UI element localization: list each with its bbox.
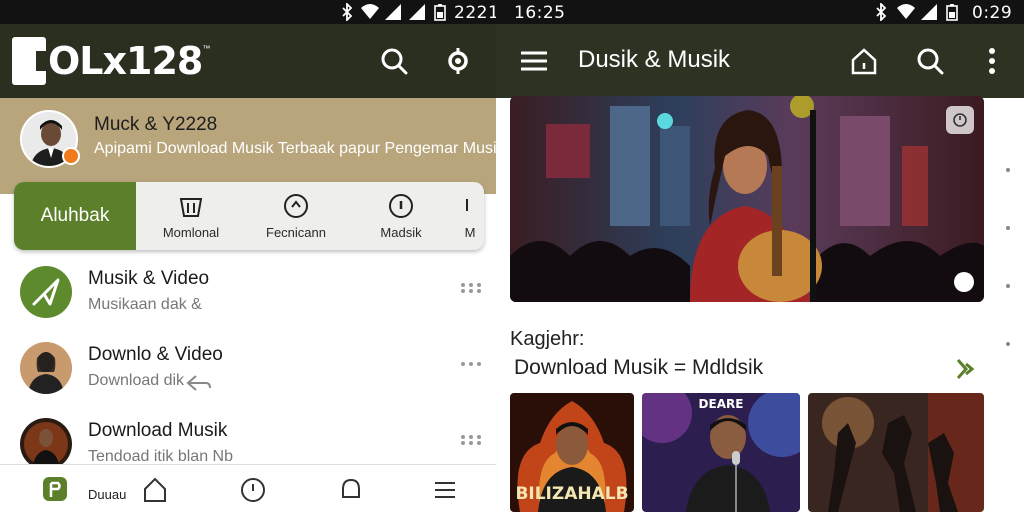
battery-icon bbox=[946, 3, 958, 25]
tab-label: Aluhbak bbox=[40, 205, 110, 226]
menu-lines-icon[interactable] bbox=[430, 475, 460, 505]
home-icon bbox=[851, 48, 877, 75]
scroll-dot bbox=[1006, 284, 1010, 288]
page-title: Dusik & Musik bbox=[578, 46, 731, 73]
search-icon bbox=[381, 48, 408, 75]
reply-icon bbox=[186, 375, 211, 391]
send-icon bbox=[20, 266, 72, 318]
section-title: Download Musik = Mdldsik bbox=[514, 356, 764, 379]
app-bar: OLx128 ™ bbox=[0, 24, 496, 98]
status-time: 2221 bbox=[454, 3, 496, 23]
more-dots-icon[interactable] bbox=[460, 358, 482, 370]
concert-illustration bbox=[510, 96, 984, 302]
home-button[interactable] bbox=[844, 41, 884, 81]
bluetooth-icon bbox=[874, 1, 888, 25]
app-icon[interactable] bbox=[40, 475, 70, 505]
search-icon bbox=[917, 48, 944, 75]
tab-label: M bbox=[464, 224, 476, 240]
signal-icon bbox=[384, 3, 402, 25]
album-cover-dancers bbox=[808, 393, 984, 512]
bottom-navigation: Duuau bbox=[0, 464, 496, 512]
profile-name: Muck & Y2228 bbox=[94, 114, 218, 135]
scroll-dot bbox=[1006, 168, 1010, 172]
more-button[interactable] bbox=[972, 41, 1012, 81]
hero-indicator-dot bbox=[954, 272, 974, 292]
list-item-subtitle: Musikaan dak & bbox=[88, 296, 202, 313]
hero-image[interactable] bbox=[510, 96, 984, 302]
profile-subtitle: Apipami Download Musik Terbaak papur Pen… bbox=[94, 140, 496, 157]
tab-madsik[interactable]: Madsik bbox=[346, 182, 456, 250]
list-item[interactable]: Musik & Video Musikaan dak & bbox=[0, 254, 496, 330]
hero-badge[interactable] bbox=[946, 106, 974, 134]
tab-label: Madsik bbox=[380, 224, 422, 240]
scroll-dot bbox=[1006, 226, 1010, 230]
list-item-subtitle: Download dik bbox=[88, 372, 185, 389]
home-icon[interactable] bbox=[140, 475, 170, 505]
tab-momlonal[interactable]: Momlonal bbox=[136, 182, 246, 250]
status-time: 16:25 bbox=[514, 3, 566, 23]
app-bar: Dusik & Musik bbox=[496, 24, 1024, 98]
partial-tab-icon bbox=[466, 198, 468, 211]
app-logo[interactable]: OLx128 ™ bbox=[12, 36, 210, 86]
clock-icon[interactable] bbox=[238, 475, 268, 505]
tab-label: Fecnicann bbox=[266, 224, 326, 240]
wifi-icon bbox=[360, 3, 380, 25]
logo-text: OLx128 bbox=[48, 39, 203, 83]
chevron-right-icon[interactable] bbox=[952, 356, 978, 382]
bluetooth-icon bbox=[340, 1, 354, 25]
album-card[interactable] bbox=[808, 393, 984, 512]
list-item-title: Downlo & Video bbox=[88, 344, 223, 365]
timer-icon bbox=[953, 113, 967, 127]
status-time-right: 0:29 bbox=[972, 3, 1013, 23]
side-scroll-dots bbox=[1006, 168, 1012, 400]
tab-more[interactable]: M bbox=[456, 182, 484, 250]
signal-icon-2 bbox=[408, 3, 426, 25]
status-bar: 16:25 0:29 bbox=[496, 0, 1024, 24]
section-label: Kagjehr: bbox=[510, 328, 585, 350]
wifi-icon bbox=[896, 3, 916, 25]
logo-mark bbox=[12, 37, 48, 85]
menu-icon bbox=[521, 51, 547, 71]
search-button[interactable] bbox=[910, 41, 950, 81]
settings-icon bbox=[448, 48, 468, 74]
profile-banner[interactable]: Muck & Y2228 Apipami Download Musik Terb… bbox=[0, 98, 496, 194]
album-card[interactable]: BILIZAHALB bbox=[510, 393, 634, 512]
list-item-title: Musik & Video bbox=[88, 268, 210, 289]
album-caption: BILIZAHALB bbox=[515, 484, 629, 504]
album-top-text: DEARE bbox=[698, 397, 744, 411]
battery-icon bbox=[434, 3, 446, 25]
more-dots-icon[interactable] bbox=[460, 434, 482, 446]
left-phone-screen: 2221 OLx128 ™ Muck & Y2228 Apipami Downl… bbox=[0, 0, 496, 512]
category-tabs: Aluhbak Momlonal Fecnicann Madsik M bbox=[14, 182, 484, 250]
bottom-nav-label: Duuau bbox=[88, 487, 127, 502]
settings-button[interactable] bbox=[438, 41, 478, 81]
circle-dot-icon bbox=[389, 193, 413, 218]
logo-trademark: ™ bbox=[202, 44, 211, 53]
status-bar: 2221 bbox=[0, 0, 496, 24]
tab-fecnicann[interactable]: Fecnicann bbox=[246, 182, 346, 250]
singer-thumb bbox=[20, 418, 72, 470]
right-phone-screen: 16:25 0:29 Dusik & Musik Kagjehr: Downlo… bbox=[496, 0, 1024, 512]
status-badge bbox=[62, 147, 80, 165]
list-item[interactable]: Downlo & Video Download dik bbox=[0, 330, 496, 406]
tab-label: Momlonal bbox=[162, 224, 220, 240]
person-thumb bbox=[20, 342, 72, 394]
bell-icon[interactable] bbox=[336, 475, 366, 505]
more-dots-icon[interactable] bbox=[460, 282, 482, 294]
signal-icon bbox=[920, 3, 938, 25]
album-card[interactable]: DEARE bbox=[642, 393, 800, 512]
bucket-icon bbox=[179, 197, 203, 217]
scroll-dot bbox=[1006, 342, 1010, 346]
circle-arrow-icon bbox=[284, 193, 308, 218]
tab-aluhbak[interactable]: Aluhbak bbox=[14, 182, 136, 250]
more-vert-icon bbox=[989, 48, 995, 74]
search-button[interactable] bbox=[374, 41, 414, 81]
list-item-title: Download Musik bbox=[88, 420, 228, 441]
menu-button[interactable] bbox=[514, 41, 554, 81]
